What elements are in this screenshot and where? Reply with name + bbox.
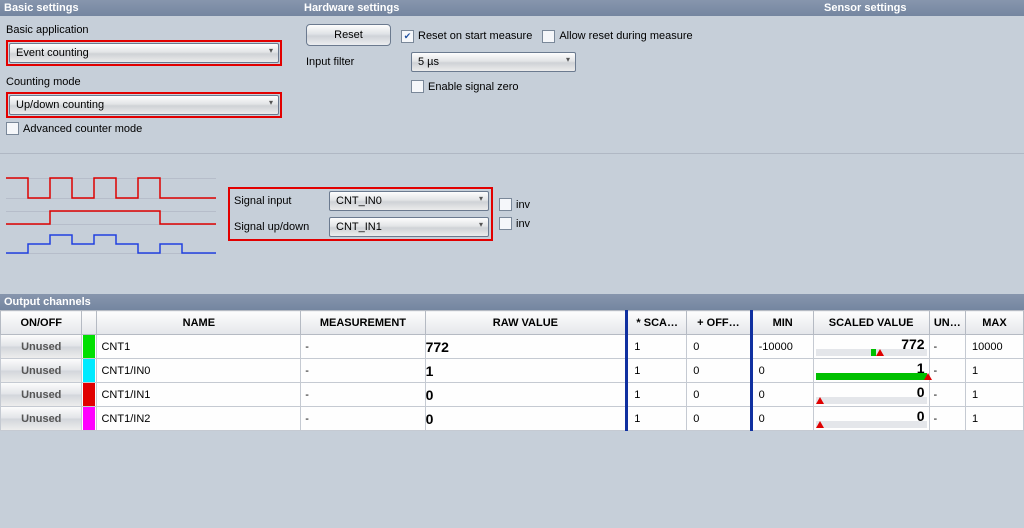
offset-cell[interactable]: 0 xyxy=(687,335,751,359)
sensor-settings-header: Sensor settings xyxy=(824,2,1020,14)
signal-highlight: Signal input CNT_IN0 Signal up/down CNT_… xyxy=(228,187,493,241)
offset-cell[interactable]: 0 xyxy=(687,407,751,431)
scaled-value-cell[interactable]: 0 xyxy=(813,383,929,407)
unit-cell[interactable]: - xyxy=(929,359,965,383)
color-chip[interactable] xyxy=(83,383,95,406)
col-offset[interactable]: + OFF… xyxy=(687,311,751,335)
max-cell[interactable]: 1 xyxy=(966,383,1024,407)
scaled-value-cell[interactable]: 0 xyxy=(813,407,929,431)
signal-input-inv-checkbox[interactable] xyxy=(499,198,512,211)
counting-mode-highlight: Up/down counting xyxy=(6,92,282,118)
scaled-value-cell[interactable]: 1 xyxy=(813,359,929,383)
reset-on-start-checkbox[interactable] xyxy=(401,30,414,43)
col-sval[interactable]: SCALED VALUE xyxy=(813,311,929,335)
signal-updown-combo[interactable]: CNT_IN1 xyxy=(329,217,489,237)
max-cell[interactable]: 1 xyxy=(966,407,1024,431)
col-raw[interactable]: RAW VALUE xyxy=(425,311,627,335)
allow-reset-checkbox[interactable] xyxy=(542,30,555,43)
meas-cell[interactable]: - xyxy=(301,383,425,407)
meas-cell[interactable]: - xyxy=(301,359,425,383)
meas-cell[interactable]: - xyxy=(301,335,425,359)
signal-updown-inv-label: inv xyxy=(516,218,530,230)
raw-cell[interactable]: 1 xyxy=(425,359,627,383)
max-cell[interactable]: 1 xyxy=(966,359,1024,383)
unit-cell[interactable]: - xyxy=(929,383,965,407)
offset-cell[interactable]: 0 xyxy=(687,383,751,407)
onoff-button[interactable]: Unused xyxy=(1,359,81,382)
min-cell[interactable]: 0 xyxy=(751,359,813,383)
col-min[interactable]: MIN xyxy=(751,311,813,335)
scaled-value-cell[interactable]: 772 xyxy=(813,335,929,359)
enable-zero-label: Enable signal zero xyxy=(428,81,519,93)
enable-zero-checkbox[interactable] xyxy=(411,80,424,93)
signal-updown-inv-checkbox[interactable] xyxy=(499,217,512,230)
unit-cell[interactable]: - xyxy=(929,407,965,431)
reset-on-start-label: Reset on start measure xyxy=(418,30,532,42)
input-filter-label: Input filter xyxy=(306,56,401,68)
scale-cell[interactable]: 1 xyxy=(627,407,687,431)
max-cell[interactable]: 10000 xyxy=(966,335,1024,359)
onoff-button[interactable]: Unused xyxy=(1,335,81,358)
color-chip[interactable] xyxy=(83,359,95,382)
signal-input-label: Signal input xyxy=(234,195,329,207)
basic-application-highlight: Event counting xyxy=(6,40,282,66)
col-onoff[interactable]: ON/OFF xyxy=(1,311,82,335)
name-cell[interactable]: CNT1/IN2 xyxy=(97,407,301,431)
advanced-counter-checkbox[interactable] xyxy=(6,122,19,135)
top-section-header: Basic settings Hardware settings Sensor … xyxy=(0,0,1024,16)
reset-button[interactable]: Reset xyxy=(306,24,391,46)
counting-mode-combo[interactable]: Up/down counting xyxy=(9,95,279,115)
table-row: UnusedCNT1/IN1-01000-1 xyxy=(1,383,1024,407)
raw-cell[interactable]: 0 xyxy=(425,407,627,431)
table-row: UnusedCNT1-77210-10000772-10000 xyxy=(1,335,1024,359)
table-row: UnusedCNT1/IN2-01000-1 xyxy=(1,407,1024,431)
min-cell[interactable]: 0 xyxy=(751,383,813,407)
col-name[interactable]: NAME xyxy=(97,311,301,335)
basic-settings-header: Basic settings xyxy=(4,2,304,14)
unit-cell[interactable]: - xyxy=(929,335,965,359)
min-cell[interactable]: 0 xyxy=(751,407,813,431)
scale-cell[interactable]: 1 xyxy=(627,383,687,407)
onoff-button[interactable]: Unused xyxy=(1,383,81,406)
color-chip[interactable] xyxy=(83,335,95,358)
offset-cell[interactable]: 0 xyxy=(687,359,751,383)
signal-updown-label: Signal up/down xyxy=(234,221,329,233)
waveform-diagram xyxy=(6,164,216,264)
signal-input-combo[interactable]: CNT_IN0 xyxy=(329,191,489,211)
scale-cell[interactable]: 1 xyxy=(627,359,687,383)
name-cell[interactable]: CNT1/IN0 xyxy=(97,359,301,383)
hardware-settings-header: Hardware settings xyxy=(304,2,824,14)
allow-reset-label: Allow reset during measure xyxy=(559,30,692,42)
meas-cell[interactable]: - xyxy=(301,407,425,431)
col-max[interactable]: MAX xyxy=(966,311,1024,335)
name-cell[interactable]: CNT1/IN1 xyxy=(97,383,301,407)
col-unit[interactable]: UN… xyxy=(929,311,965,335)
col-meas[interactable]: MEASUREMENT xyxy=(301,311,425,335)
output-channels-header: Output channels xyxy=(0,294,1024,310)
col-color[interactable] xyxy=(82,311,97,335)
counting-mode-label: Counting mode xyxy=(6,76,81,88)
advanced-counter-label: Advanced counter mode xyxy=(23,123,142,135)
raw-cell[interactable]: 772 xyxy=(425,335,627,359)
name-cell[interactable]: CNT1 xyxy=(97,335,301,359)
color-chip[interactable] xyxy=(83,407,95,430)
table-row: UnusedCNT1/IN0-11001-1 xyxy=(1,359,1024,383)
input-filter-combo[interactable]: 5 µs xyxy=(411,52,576,72)
signal-input-inv-label: inv xyxy=(516,199,530,211)
raw-cell[interactable]: 0 xyxy=(425,383,627,407)
col-scale[interactable]: * SCA… xyxy=(627,311,687,335)
basic-application-combo[interactable]: Event counting xyxy=(9,43,279,63)
scale-cell[interactable]: 1 xyxy=(627,335,687,359)
basic-application-label: Basic application xyxy=(6,24,89,36)
output-channels-table: ON/OFF NAME MEASUREMENT RAW VALUE * SCA…… xyxy=(0,310,1024,431)
onoff-button[interactable]: Unused xyxy=(1,407,81,430)
min-cell[interactable]: -10000 xyxy=(751,335,813,359)
